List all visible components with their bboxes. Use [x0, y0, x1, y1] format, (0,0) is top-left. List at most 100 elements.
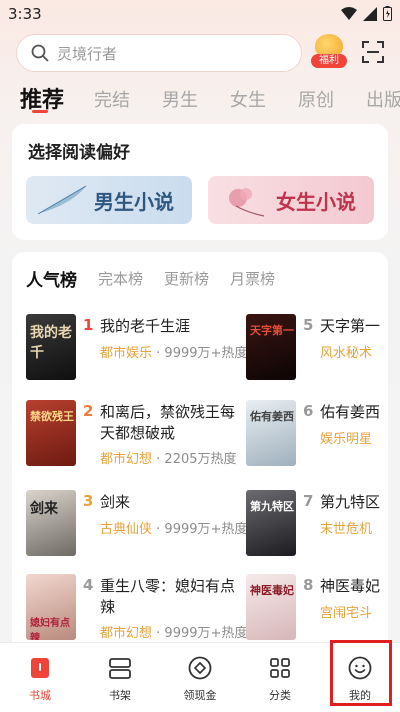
nav-bookstore[interactable]: 书城	[0, 643, 80, 712]
top-tabs: 推荐 完结 男生 女生 原创 出版	[0, 82, 400, 114]
preference-title: 选择阅读偏好	[28, 143, 130, 163]
nav-label: 书城	[29, 689, 51, 702]
bookstore-icon	[31, 658, 49, 678]
tab-original[interactable]: 原创	[298, 86, 334, 112]
rank-tab-monthly[interactable]: 月票榜	[230, 268, 275, 289]
book-meta: 都市娱乐 · 9999万+热度	[100, 342, 247, 361]
male-novel-label: 男生小说	[94, 189, 174, 214]
cover-text: 神医毒妃	[250, 584, 294, 597]
book-cover: 禁欲残王	[26, 400, 76, 466]
book-heat: · 2205万热度	[156, 452, 237, 467]
rank-tab-completed[interactable]: 完本榜	[98, 268, 143, 289]
signal-icon	[363, 6, 377, 21]
book-genre: 古典仙侠	[100, 522, 153, 537]
cover-text: 禁欲残王	[30, 410, 74, 423]
cover-text: 媳妇有点辣	[30, 618, 70, 640]
rank-tab-popular[interactable]: 人气榜	[26, 266, 77, 291]
book-title: 和离后，禁欲残王每天都想破戒	[100, 403, 236, 442]
book-item[interactable]: 我的老千 1 我的老千生涯 都市娱乐 · 9999万+热度	[26, 314, 247, 394]
rank-number: 8	[303, 576, 314, 594]
female-novel-button[interactable]: 女生小说	[208, 176, 374, 224]
cover-text: 第九特区	[250, 500, 294, 513]
search-input[interactable]: 灵境行者	[16, 34, 302, 72]
book-title: 天字第一	[320, 317, 381, 335]
rank-number: 7	[303, 492, 314, 510]
book-item[interactable]: 佑有姜西 6 佑有姜西 娱乐明星	[246, 400, 388, 480]
book-heat: · 9999万+热度	[156, 522, 248, 537]
cover-text: 天字第一	[250, 324, 294, 337]
book-cover: 佑有姜西	[246, 400, 296, 466]
book-cover: 神医毒妃	[246, 574, 296, 640]
book-meta: 娱乐明星	[320, 428, 372, 447]
nav-cash[interactable]: 领现金	[160, 643, 240, 712]
rank-number: 2	[83, 402, 94, 420]
nav-bookshelf[interactable]: 书架	[80, 643, 160, 712]
book-meta: 宫闱宅斗	[320, 602, 372, 621]
nav-label: 分类	[269, 689, 291, 702]
book-title: 第九特区	[320, 493, 381, 511]
battery-icon	[383, 6, 392, 21]
scan-icon[interactable]	[361, 40, 385, 64]
book-item[interactable]: 剑来 3 剑来 古典仙侠 · 9999万+热度	[26, 490, 247, 570]
book-heat: · 9999万+热度	[156, 626, 248, 641]
book-genre: 娱乐明星	[320, 432, 373, 447]
cash-icon	[188, 656, 212, 680]
tab-female[interactable]: 女生	[230, 86, 266, 112]
book-title: 重生八零：媳妇有点辣	[100, 577, 236, 616]
book-meta: 古典仙侠 · 9999万+热度	[100, 518, 247, 537]
tab-publish[interactable]: 出版	[366, 86, 400, 112]
book-cover: 剑来	[26, 490, 76, 556]
tab-active-indicator	[32, 110, 48, 113]
book-item[interactable]: 禁欲残王 2 和离后，禁欲残王每天都想破戒 都市幻想 · 2205万热度	[26, 400, 242, 480]
feather-decoration-icon	[37, 185, 87, 215]
female-novel-label: 女生小说	[276, 189, 356, 214]
book-meta: 都市幻想 · 2205万热度	[100, 448, 237, 467]
book-meta: 都市幻想 · 9999万+热度	[100, 622, 247, 641]
book-genre: 风水秘术	[320, 346, 373, 361]
rank-number: 5	[303, 316, 314, 334]
nav-label: 领现金	[183, 689, 217, 702]
category-icon	[270, 658, 290, 678]
rank-tab-updated[interactable]: 更新榜	[164, 268, 209, 289]
book-genre: 末世危机	[320, 522, 373, 537]
book-genre: 宫闱宅斗	[320, 606, 373, 621]
book-cover: 我的老千	[26, 314, 76, 380]
book-meta: 末世危机	[320, 518, 372, 537]
tab-male[interactable]: 男生	[162, 86, 198, 112]
book-item[interactable]: 媳妇有点辣 4 重生八零：媳妇有点辣 都市幻想 · 9999万+热度	[26, 574, 247, 652]
welfare-badge: 福利	[311, 54, 347, 68]
book-cover: 天字第一	[246, 314, 296, 380]
book-cover: 媳妇有点辣	[26, 574, 76, 640]
welfare-button[interactable]: 福利	[311, 34, 347, 72]
book-title: 神医毒妃	[320, 577, 381, 595]
male-novel-button[interactable]: 男生小说	[26, 176, 192, 224]
rank-number: 6	[303, 402, 314, 420]
reading-preference-card: 选择阅读偏好 男生小说 女生小说	[12, 124, 388, 240]
rank-number: 1	[83, 316, 94, 334]
flower-decoration-icon	[229, 188, 265, 217]
cover-text: 我的老千	[30, 325, 72, 361]
cover-text: 佑有姜西	[250, 410, 294, 423]
book-genre: 都市娱乐	[100, 346, 153, 361]
bookshelf-icon	[109, 658, 131, 679]
search-icon	[31, 44, 49, 62]
ranking-card: 人气榜 完本榜 更新榜 月票榜 我的老千 1 我的老千生涯 都市娱乐 · 999…	[12, 252, 388, 652]
tab-finished[interactable]: 完结	[94, 86, 130, 112]
book-item[interactable]: 天字第一 5 天字第一 风水秘术	[246, 314, 388, 394]
book-title: 佑有姜西	[320, 403, 381, 421]
cover-text: 剑来	[30, 501, 58, 517]
book-title: 剑来	[100, 493, 131, 511]
book-genre: 都市幻想	[100, 626, 153, 641]
status-time: 3:33	[8, 5, 42, 23]
book-genre: 都市幻想	[100, 452, 153, 467]
rank-number: 3	[83, 492, 94, 510]
book-meta: 风水秘术	[320, 342, 372, 361]
highlight-box	[330, 640, 392, 706]
status-icons	[341, 6, 392, 21]
book-item[interactable]: 第九特区 7 第九特区 末世危机	[246, 490, 388, 570]
search-placeholder: 灵境行者	[57, 44, 118, 63]
nav-category[interactable]: 分类	[240, 643, 320, 712]
nav-label: 书架	[109, 689, 131, 702]
book-cover: 第九特区	[246, 490, 296, 556]
status-bar: 3:33	[0, 0, 400, 28]
